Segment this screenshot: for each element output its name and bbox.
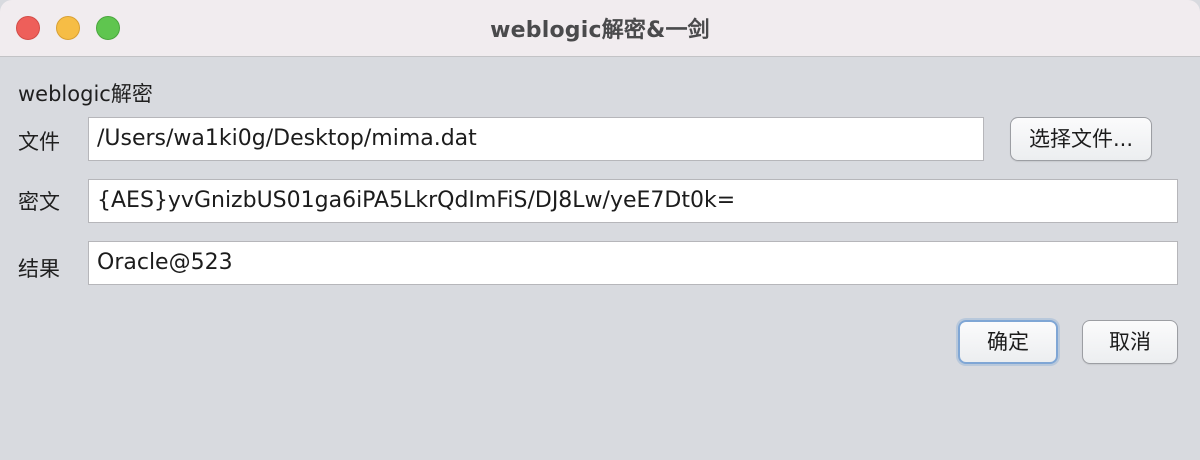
ciphertext-field[interactable]: {AES}yvGnizbUS01ga6iPA5LkrQdImFiS/DJ8Lw/…	[88, 179, 1178, 223]
choose-file-button[interactable]: 选择文件...	[1010, 117, 1152, 161]
decrypt-dialog-window: weblogic解密&一剑 weblogic解密 文件 /Users/wa1ki…	[0, 0, 1200, 460]
title-bar[interactable]: weblogic解密&一剑	[0, 0, 1200, 57]
ok-button[interactable]: 确定	[958, 320, 1058, 364]
window-title: weblogic解密&一剑	[490, 18, 710, 43]
result-field[interactable]: Oracle@523	[88, 241, 1178, 285]
result-label: 结果	[18, 257, 60, 281]
ciphertext-label: 密文	[18, 190, 60, 214]
file-path-field[interactable]: /Users/wa1ki0g/Desktop/mima.dat	[88, 117, 984, 161]
file-label: 文件	[18, 130, 60, 154]
cancel-button[interactable]: 取消	[1082, 320, 1178, 364]
panel-heading: weblogic解密	[18, 82, 153, 106]
